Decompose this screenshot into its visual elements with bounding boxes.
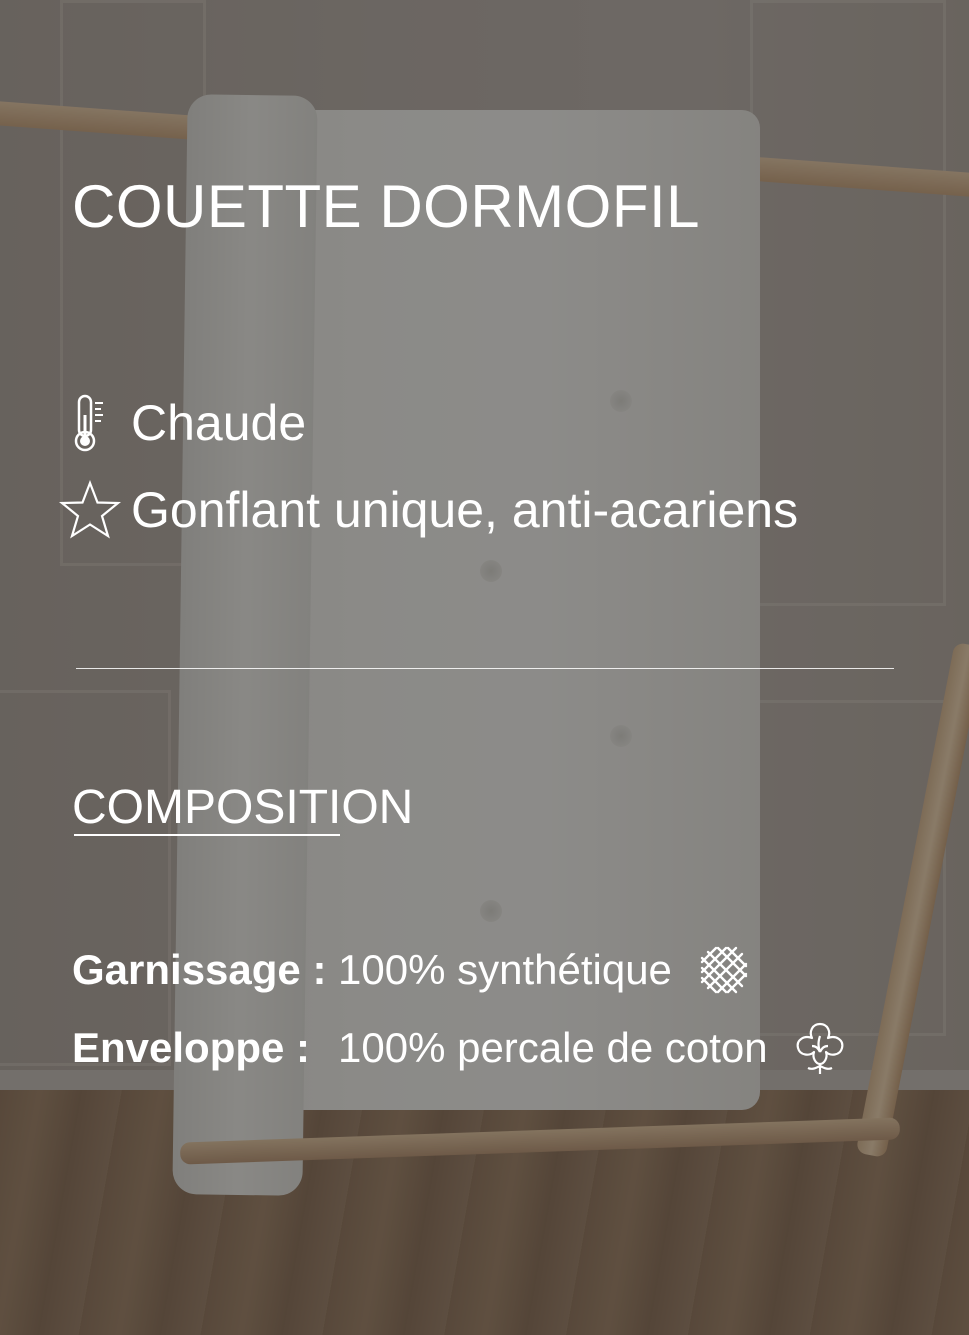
cotton-flower-icon	[790, 1018, 850, 1078]
divider	[76, 668, 894, 669]
composition-key: Garnissage :	[72, 946, 327, 993]
feature-label: Gonflant unique, anti-acariens	[131, 482, 799, 538]
synthetic-fiber-icon	[694, 940, 754, 1000]
feature-fluffy: Gonflant unique, anti-acariens	[55, 480, 798, 540]
feature-warm: Chaude	[55, 393, 306, 453]
thermometer-icon	[55, 393, 125, 453]
feature-label: Chaude	[131, 395, 307, 451]
composition-row-cover: Enveloppe : 100% percale de coton	[72, 1018, 850, 1078]
composition-title: COMPOSITION	[72, 781, 414, 834]
composition-value: 100% synthétique	[338, 946, 672, 993]
composition-key: Enveloppe :	[72, 1024, 311, 1071]
composition-value: 100% percale de coton	[338, 1024, 768, 1071]
product-title: COUETTE DORMOFIL	[72, 173, 701, 240]
composition-underline	[74, 834, 340, 836]
star-icon	[55, 480, 125, 540]
composition-row-filling: Garnissage : 100% synthétique	[72, 940, 754, 1000]
